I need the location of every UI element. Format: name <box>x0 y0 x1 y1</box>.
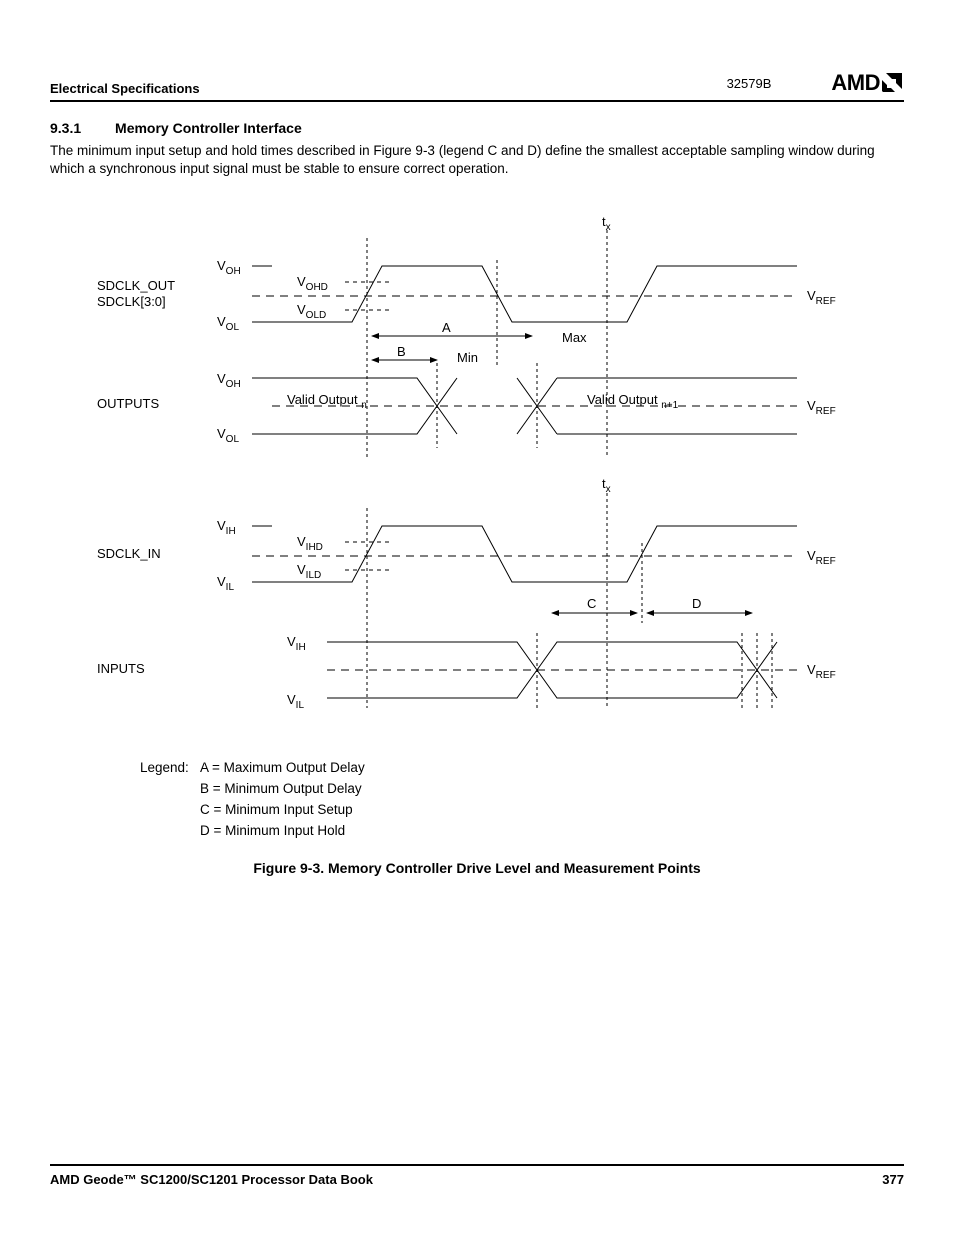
svg-text:B: B <box>397 344 406 359</box>
footer-book-title: AMD Geode™ SC1200/SC1201 Processor Data … <box>50 1172 373 1187</box>
outputs-label: OUTPUTS <box>97 396 159 411</box>
section-title: Memory Controller Interface <box>115 120 302 136</box>
svg-text:VREF: VREF <box>807 398 836 417</box>
svg-text:VOLD: VOLD <box>297 302 326 321</box>
legend-a: A = Maximum Output Delay <box>200 758 365 779</box>
svg-text:A: A <box>442 320 451 335</box>
svg-text:VOH: VOH <box>217 258 241 277</box>
svg-text:VREF: VREF <box>807 662 836 681</box>
header-section-label: Electrical Specifications <box>50 81 200 96</box>
body-paragraph: The minimum input setup and hold times d… <box>50 142 904 178</box>
legend-d: D = Minimum Input Hold <box>200 821 345 842</box>
timing-diagram: tx SDCLK_OUT SDCLK[3:0] VOH VOL VOHD VOL… <box>97 208 857 748</box>
svg-text:VOH: VOH <box>217 371 241 390</box>
sdclk-bus-label: SDCLK[3:0] <box>97 294 166 309</box>
svg-text:VREF: VREF <box>807 548 836 567</box>
sdclk-out-label: SDCLK_OUT <box>97 278 175 293</box>
svg-text:VILD: VILD <box>297 562 321 581</box>
figure-caption: Figure 9-3. Memory Controller Drive Leve… <box>50 860 904 876</box>
svg-text:Min: Min <box>457 350 478 365</box>
inputs-label: INPUTS <box>97 661 145 676</box>
svg-text:VIH: VIH <box>287 634 306 653</box>
svg-text:Valid Output n: Valid Output n <box>287 392 367 411</box>
svg-text:tx: tx <box>602 476 611 495</box>
svg-text:Valid Output n+1: Valid Output n+1 <box>587 392 679 411</box>
page-footer: AMD Geode™ SC1200/SC1201 Processor Data … <box>50 1164 904 1187</box>
section-heading: 9.3.1 Memory Controller Interface <box>50 120 904 136</box>
sdclk-in-label: SDCLK_IN <box>97 546 161 561</box>
legend-b: B = Minimum Output Delay <box>200 779 362 800</box>
svg-text:VIL: VIL <box>217 574 234 593</box>
tx-label-top: tx <box>602 214 611 233</box>
footer-page-number: 377 <box>882 1172 904 1187</box>
svg-text:Max: Max <box>562 330 587 345</box>
svg-text:VIHD: VIHD <box>297 534 323 553</box>
section-number: 9.3.1 <box>50 120 81 136</box>
header-doc-code: 32579B <box>727 76 772 91</box>
amd-logo: AMD <box>831 70 904 96</box>
svg-text:VOHD: VOHD <box>297 274 328 293</box>
amd-arrow-icon <box>882 73 904 93</box>
svg-text:D: D <box>692 596 701 611</box>
svg-text:VIL: VIL <box>287 692 304 711</box>
svg-text:VOL: VOL <box>217 426 239 445</box>
svg-text:VIH: VIH <box>217 518 236 537</box>
svg-text:C: C <box>587 596 596 611</box>
figure-legend: Legend: A = Maximum Output Delay B = Min… <box>140 758 904 842</box>
svg-text:VREF: VREF <box>807 288 836 307</box>
svg-text:VOL: VOL <box>217 314 239 333</box>
page-header: Electrical Specifications 32579B AMD <box>50 70 904 102</box>
legend-c: C = Minimum Input Setup <box>200 800 353 821</box>
